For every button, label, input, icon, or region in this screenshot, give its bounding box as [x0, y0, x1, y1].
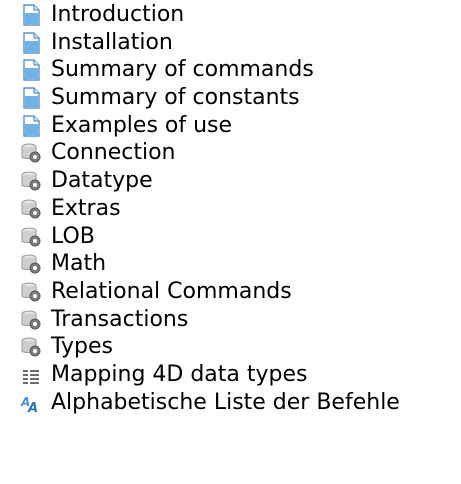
toc-item-label: LOB: [51, 223, 95, 249]
document-icon: [20, 59, 42, 81]
command-theme-icon: [20, 253, 42, 275]
svg-text:A: A: [27, 401, 38, 414]
toc-item-label: Examples of use: [51, 112, 233, 138]
toc-item-summary-of-constants[interactable]: Summary of constants: [18, 83, 458, 111]
toc-item-introduction[interactable]: Introduction: [18, 0, 458, 28]
toc-item-label: Introduction: [51, 2, 185, 27]
toc-item-mapping-4d-data-types[interactable]: Mapping 4D data types: [18, 360, 458, 388]
document-icon: [20, 4, 42, 26]
toc-item-lob[interactable]: LOB: [18, 222, 458, 250]
toc-item-label: Mapping 4D data types: [51, 361, 308, 387]
document-icon: [20, 115, 42, 137]
toc-item-label: Summary of constants: [51, 85, 300, 111]
toc-item-label: Math: [51, 251, 107, 277]
toc-item-datatype[interactable]: Datatype: [18, 166, 458, 194]
command-theme-icon: [20, 281, 42, 303]
table-of-contents: Introduction Installation Summary of com…: [18, 0, 458, 415]
toc-item-math[interactable]: Math: [18, 249, 458, 277]
toc-item-summary-of-commands[interactable]: Summary of commands: [18, 55, 458, 83]
alphabetical-list-icon: A A: [20, 392, 42, 414]
toc-item-relational-commands[interactable]: Relational Commands: [18, 277, 458, 305]
toc-item-label: Transactions: [51, 306, 189, 332]
toc-item-types[interactable]: Types: [18, 332, 458, 360]
toc-item-examples-of-use[interactable]: Examples of use: [18, 111, 458, 139]
document-icon: [20, 32, 42, 54]
toc-item-connection[interactable]: Connection: [18, 138, 458, 166]
command-theme-icon: [20, 336, 42, 358]
toc-item-extras[interactable]: Extras: [18, 194, 458, 222]
toc-item-label: Relational Commands: [51, 278, 292, 304]
command-theme-icon: [20, 309, 42, 331]
toc-item-label: Alphabetische Liste der Befehle: [51, 389, 400, 415]
command-theme-icon: [20, 226, 42, 248]
toc-item-label: Extras: [51, 195, 121, 221]
document-icon: [20, 87, 42, 109]
toc-item-transactions[interactable]: Transactions: [18, 305, 458, 333]
command-theme-icon: [20, 170, 42, 192]
table-icon: [20, 364, 42, 386]
toc-item-label: Installation: [51, 29, 173, 55]
command-theme-icon: [20, 142, 42, 164]
command-theme-icon: [20, 198, 42, 220]
toc-item-label: Summary of commands: [51, 57, 314, 83]
toc-item-label: Datatype: [51, 168, 153, 194]
toc-item-label: Types: [51, 334, 113, 360]
toc-item-label: Connection: [51, 140, 176, 166]
toc-item-installation[interactable]: Installation: [18, 28, 458, 56]
toc-item-alphabetische-liste[interactable]: A A Alphabetische Liste der Befehle: [18, 388, 458, 416]
